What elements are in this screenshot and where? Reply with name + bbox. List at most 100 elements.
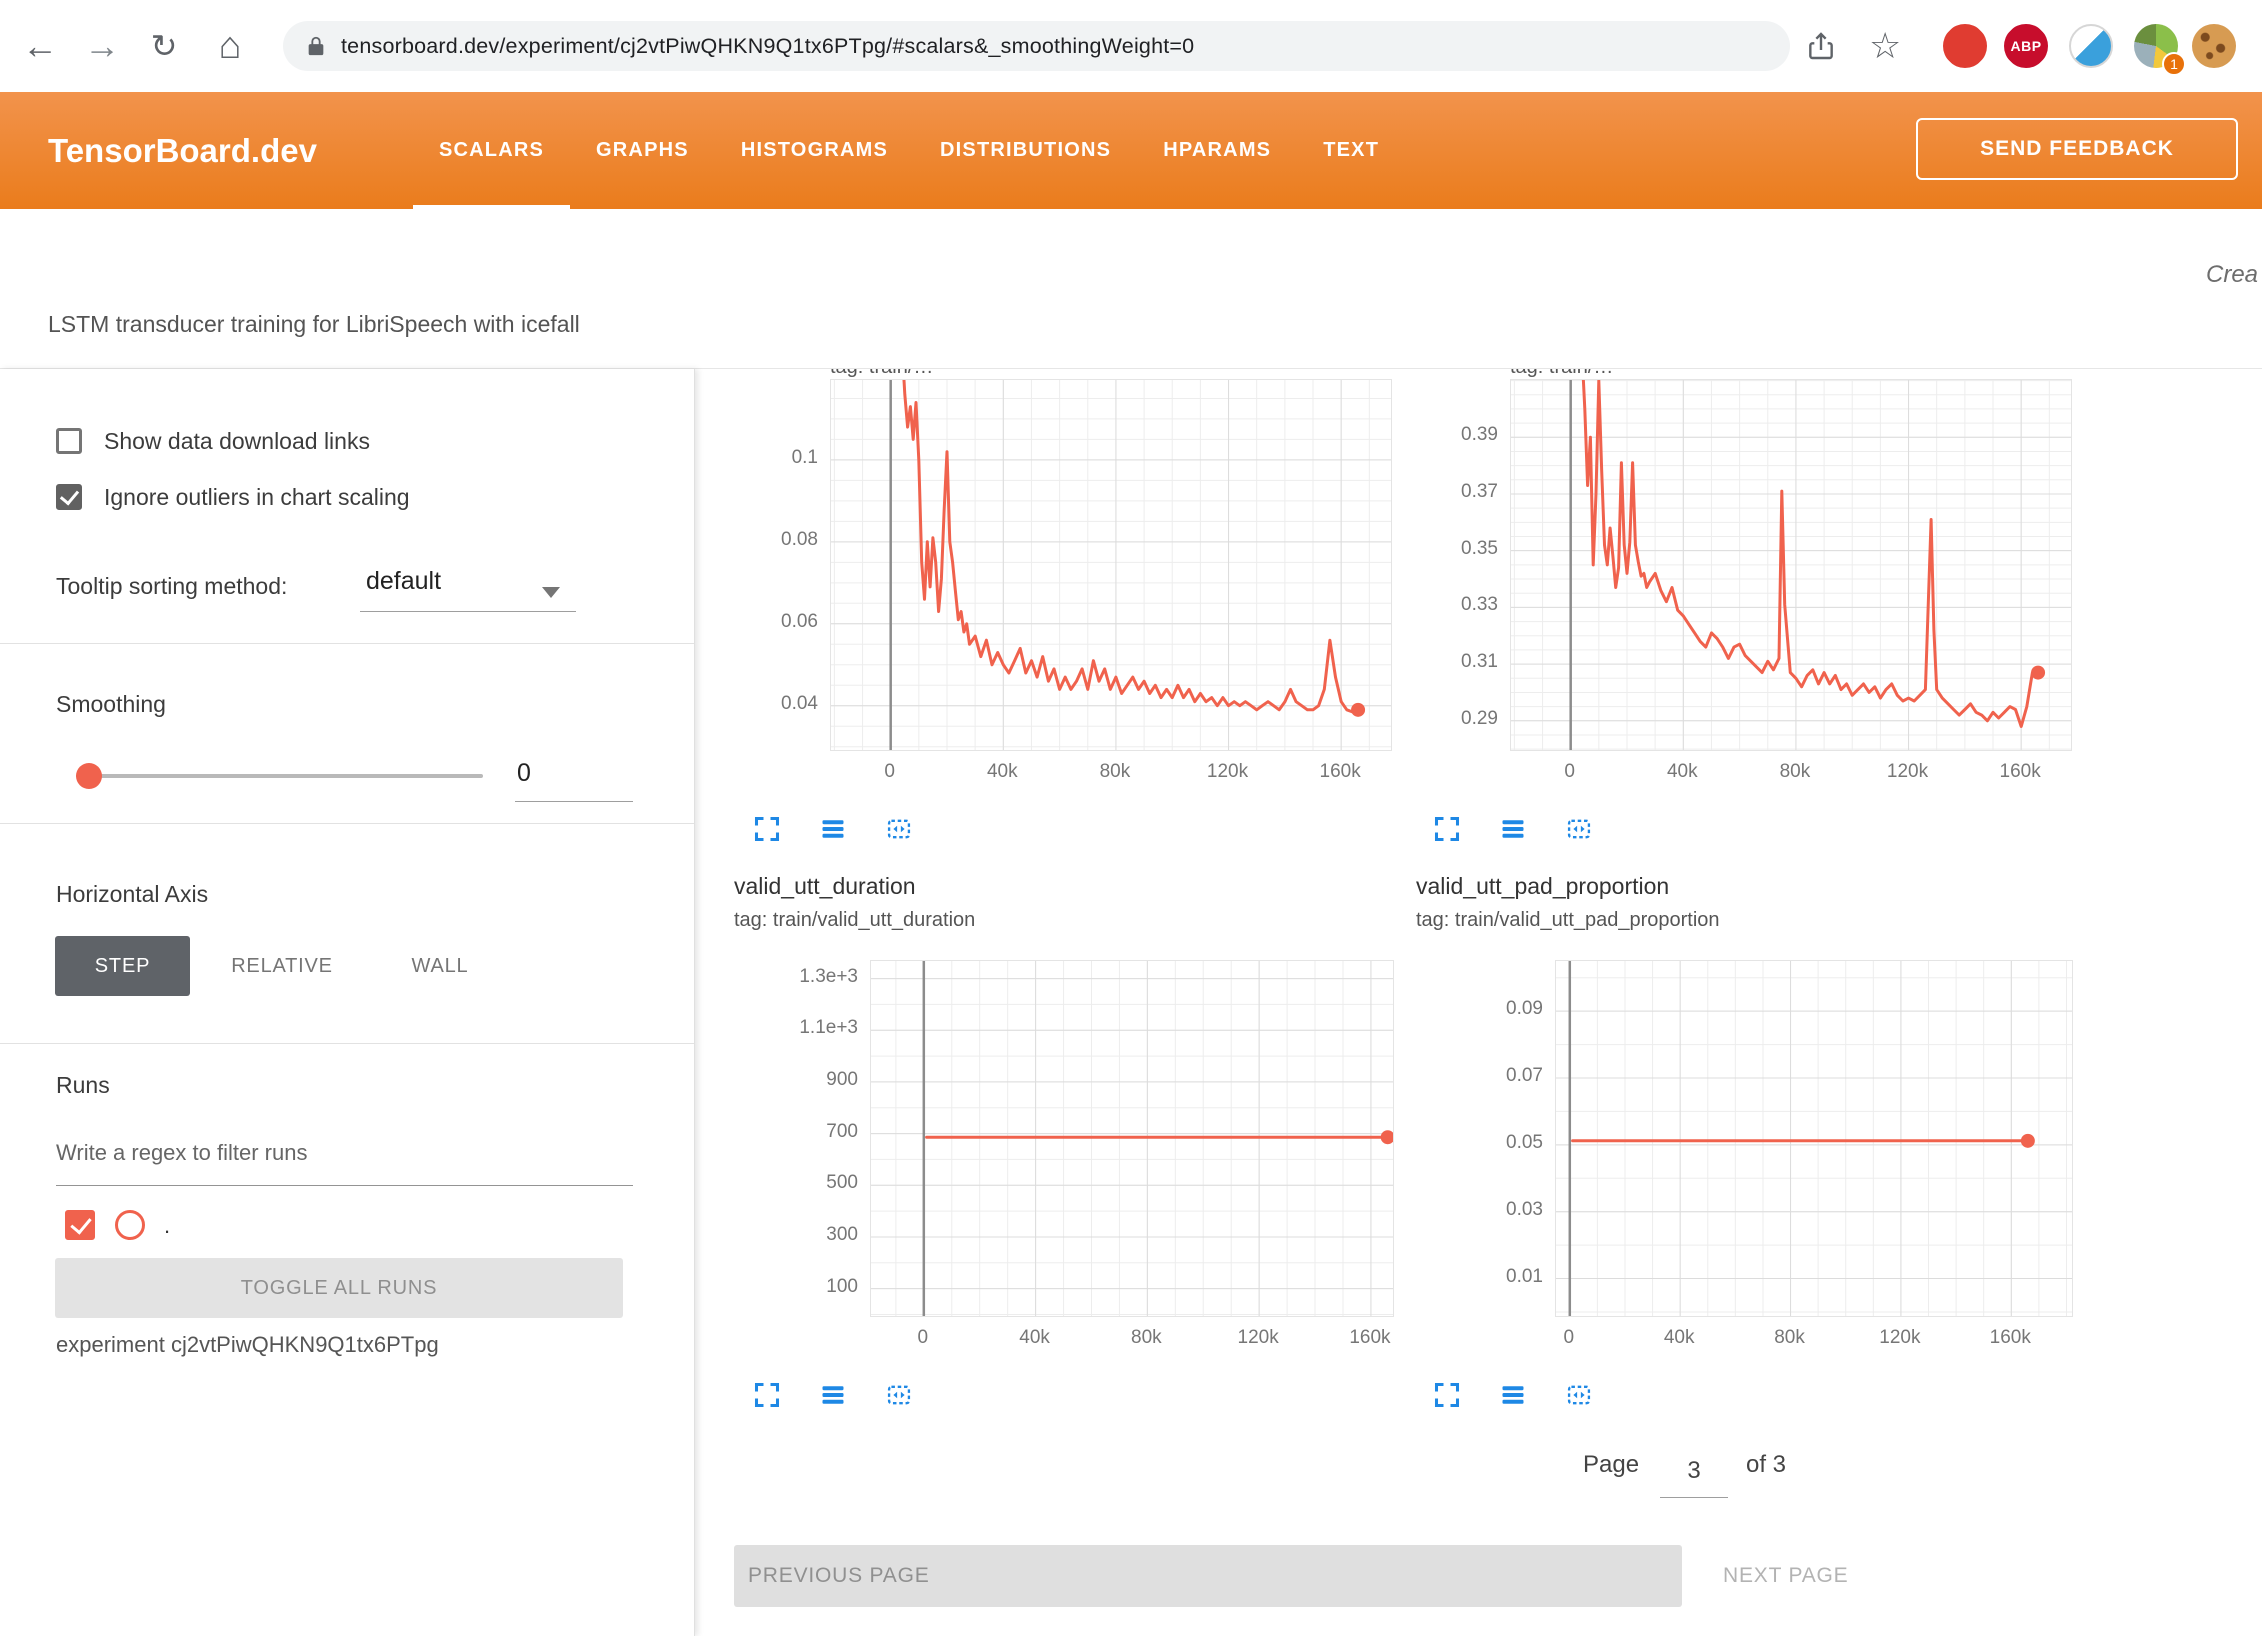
expand-chart-icon[interactable] xyxy=(753,815,781,843)
send-feedback-button[interactable]: SEND FEEDBACK xyxy=(1916,118,2238,180)
x-axis-tick-label: 0 xyxy=(845,761,935,783)
y-axis-tick-label: 100 xyxy=(750,1276,858,1298)
bookmark-star-icon[interactable]: ☆ xyxy=(1869,0,1901,92)
view-data-icon[interactable] xyxy=(819,1381,847,1409)
y-axis-tick-label: 1.3e+3 xyxy=(750,966,858,988)
tab-histograms[interactable]: HISTOGRAMS xyxy=(715,92,914,209)
y-axis-tick-label: 0.07 xyxy=(1435,1065,1543,1087)
tab-distributions[interactable]: DISTRIBUTIONS xyxy=(914,92,1137,209)
chart-title: valid_utt_pad_proportion xyxy=(1416,873,1669,900)
tab-scalars[interactable]: SCALARS xyxy=(413,92,570,209)
expand-chart-icon[interactable] xyxy=(753,1381,781,1409)
pagination-total-label: of 3 xyxy=(1746,1451,1786,1479)
app-header: TensorBoard.dev SCALARS GRAPHS HISTOGRAM… xyxy=(0,92,2262,209)
fit-domain-icon[interactable] xyxy=(885,815,913,843)
y-axis-tick-label: 0.05 xyxy=(1435,1132,1543,1154)
scalar-chart-plot[interactable] xyxy=(1510,379,2072,751)
extension-badge-count: 1 xyxy=(2162,52,2186,76)
browser-home-icon[interactable]: ⌂ xyxy=(200,0,260,92)
view-data-icon[interactable] xyxy=(1499,815,1527,843)
browser-forward-icon[interactable]: → xyxy=(72,0,132,92)
y-axis-tick-label: 0.06 xyxy=(710,611,818,633)
chevron-down-icon[interactable] xyxy=(542,587,560,598)
divider xyxy=(515,801,633,802)
cropped-right-text: Crea xyxy=(2206,261,2262,289)
cookie-extension-icon[interactable] xyxy=(2192,24,2236,68)
divider xyxy=(1660,1497,1728,1498)
y-axis-tick-label: 1.1e+3 xyxy=(750,1017,858,1039)
x-axis-tick-label: 40k xyxy=(1637,761,1727,783)
x-axis-tick-label: 0 xyxy=(1524,1327,1614,1349)
show-download-links-checkbox[interactable] xyxy=(56,428,82,454)
divider xyxy=(0,643,694,644)
charts-panel: tag: train/… tag: train/… valid_utt_dura… xyxy=(694,369,2262,1636)
browser-reload-icon[interactable]: ↻ xyxy=(134,0,194,92)
previous-page-button[interactable]: PREVIOUS PAGE xyxy=(734,1545,1682,1607)
runs-filter-input[interactable]: Write a regex to filter runs xyxy=(56,1140,307,1166)
smoothing-value-input[interactable]: 0 xyxy=(517,759,617,788)
axis-wall-button[interactable]: WALL xyxy=(396,936,484,996)
next-page-button[interactable]: NEXT PAGE xyxy=(1717,1545,1854,1607)
run-checkbox[interactable] xyxy=(65,1210,95,1240)
scalar-chart-plot[interactable] xyxy=(1555,960,2073,1317)
view-data-icon[interactable] xyxy=(819,815,847,843)
y-axis-tick-label: 0.29 xyxy=(1390,708,1498,730)
y-axis-tick-label: 0.31 xyxy=(1390,651,1498,673)
fit-domain-icon[interactable] xyxy=(885,1381,913,1409)
scalar-chart-plot[interactable] xyxy=(830,379,1392,751)
lock-icon xyxy=(305,35,327,57)
experiment-id-label: experiment cj2vtPiwQHKN9Q1tx6PTpg xyxy=(56,1332,439,1358)
fit-domain-icon[interactable] xyxy=(1565,815,1593,843)
experiment-title: LSTM transducer training for LibriSpeech… xyxy=(48,311,580,338)
chart-actions xyxy=(753,815,913,843)
toggle-all-runs-button[interactable]: TOGGLE ALL RUNS xyxy=(55,1258,623,1318)
x-axis-tick-label: 120k xyxy=(1863,761,1953,783)
address-bar[interactable]: tensorboard.dev/experiment/cj2vtPiwQHKN9… xyxy=(283,21,1790,71)
view-data-icon[interactable] xyxy=(1499,1381,1527,1409)
smoothing-slider-track[interactable] xyxy=(76,774,483,778)
chart-tag: tag: train/valid_utt_duration xyxy=(734,909,975,932)
divider xyxy=(360,611,576,612)
scalar-chart-plot[interactable] xyxy=(870,960,1394,1317)
tab-text[interactable]: TEXT xyxy=(1297,92,1405,209)
page-number-input[interactable]: 3 xyxy=(1660,1457,1728,1485)
browser-toolbar: ← → ↻ ⌂ tensorboard.dev/experiment/cj2vt… xyxy=(0,0,2262,92)
ignore-outliers-checkbox[interactable] xyxy=(56,484,82,510)
chart-tag: tag: train/valid_utt_pad_proportion xyxy=(1416,909,1720,932)
x-axis-tick-label: 40k xyxy=(957,761,1047,783)
x-axis-tick-label: 160k xyxy=(1975,761,2065,783)
x-axis-tick-label: 80k xyxy=(1750,761,1840,783)
expand-chart-icon[interactable] xyxy=(1433,1381,1461,1409)
x-axis-tick-label: 160k xyxy=(1965,1327,2055,1349)
x-axis-tick-label: 120k xyxy=(1213,1327,1303,1349)
x-axis-tick-label: 80k xyxy=(1745,1327,1835,1349)
tab-graphs[interactable]: GRAPHS xyxy=(570,92,715,209)
share-icon[interactable] xyxy=(1805,0,1837,92)
blue-extension-icon[interactable] xyxy=(2069,24,2113,68)
expand-chart-icon[interactable] xyxy=(1433,815,1461,843)
axis-step-button[interactable]: STEP xyxy=(55,936,190,996)
x-axis-tick-label: 120k xyxy=(1183,761,1273,783)
smoothing-label: Smoothing xyxy=(56,691,166,718)
tooltip-sorting-label: Tooltip sorting method: xyxy=(56,573,287,600)
tooltip-sorting-dropdown[interactable]: default xyxy=(366,567,441,596)
url-text: tensorboard.dev/experiment/cj2vtPiwQHKN9… xyxy=(341,34,1194,59)
show-download-links-label: Show data download links xyxy=(104,428,370,455)
y-axis-tick-label: 0.39 xyxy=(1390,424,1498,446)
x-axis-tick-label: 80k xyxy=(1070,761,1160,783)
y-axis-tick-label: 500 xyxy=(750,1172,858,1194)
horizontal-axis-label: Horizontal Axis xyxy=(56,881,208,908)
smoothing-slider-thumb[interactable] xyxy=(76,763,102,789)
y-axis-tick-label: 0.37 xyxy=(1390,481,1498,503)
tab-hparams[interactable]: HPARAMS xyxy=(1137,92,1297,209)
main-nav: SCALARS GRAPHS HISTOGRAMS DISTRIBUTIONS … xyxy=(413,92,1405,209)
adblock-extension-icon[interactable] xyxy=(1943,24,1987,68)
fit-domain-icon[interactable] xyxy=(1565,1381,1593,1409)
y-axis-tick-label: 700 xyxy=(750,1121,858,1143)
ignore-outliers-label: Ignore outliers in chart scaling xyxy=(104,484,410,511)
abp-extension-icon[interactable]: ABP xyxy=(2004,24,2048,68)
chart-actions xyxy=(1433,815,1593,843)
browser-back-icon[interactable]: ← xyxy=(10,0,70,92)
axis-relative-button[interactable]: RELATIVE xyxy=(218,936,346,996)
run-color-circle[interactable] xyxy=(115,1210,145,1240)
